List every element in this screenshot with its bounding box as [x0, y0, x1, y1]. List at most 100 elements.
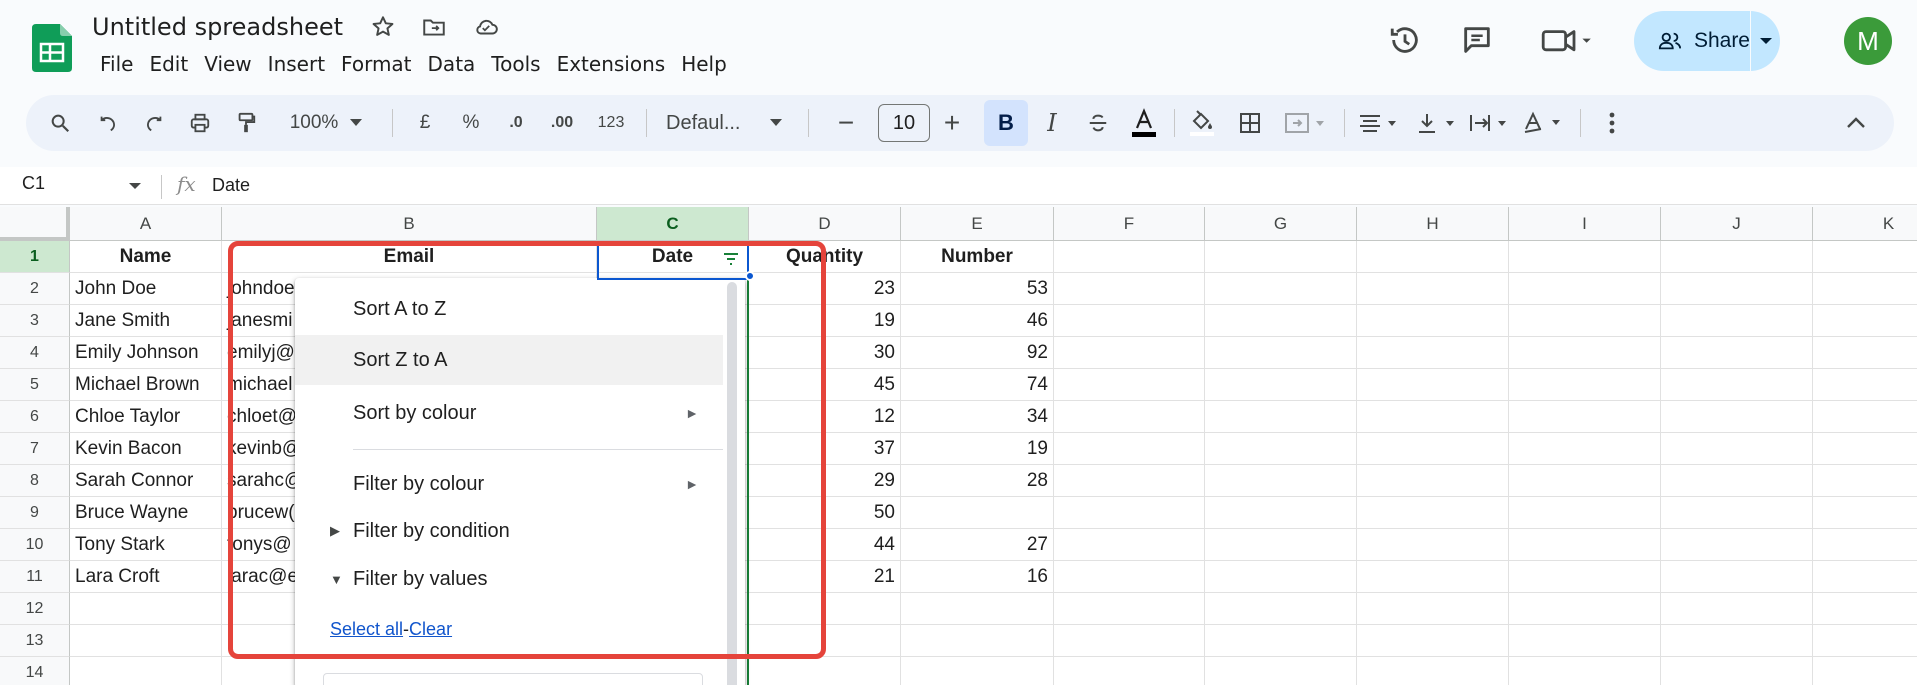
decrease-font-size-icon[interactable]: − — [826, 95, 866, 151]
avatar[interactable]: M — [1844, 17, 1892, 65]
cell[interactable] — [1054, 561, 1205, 593]
row-header-1[interactable]: 1 — [0, 241, 70, 273]
share-options-button[interactable] — [1751, 11, 1780, 71]
cell[interactable] — [1661, 241, 1813, 273]
cell[interactable] — [1054, 593, 1205, 625]
cell[interactable] — [1661, 465, 1813, 497]
font-size-input[interactable]: 10 — [878, 104, 930, 142]
number-cell[interactable]: 34 — [901, 401, 1054, 433]
cell[interactable] — [1357, 625, 1509, 657]
cell[interactable] — [1205, 337, 1357, 369]
text-color-icon[interactable] — [1124, 95, 1164, 151]
version-history-icon[interactable] — [1385, 20, 1425, 60]
name-cell[interactable]: Bruce Wayne — [70, 497, 222, 529]
cell[interactable] — [1813, 625, 1917, 657]
document-title[interactable]: Untitled spreadsheet — [92, 13, 343, 41]
cell[interactable] — [1205, 529, 1357, 561]
vertical-align-icon[interactable] — [1410, 95, 1466, 151]
cell[interactable] — [1661, 529, 1813, 561]
cell[interactable] — [1054, 401, 1205, 433]
zoom-value[interactable]: 100% — [284, 95, 344, 151]
formula-input[interactable]: Date — [212, 175, 250, 196]
cell[interactable] — [1205, 369, 1357, 401]
text-wrapping-icon[interactable] — [1462, 95, 1518, 151]
cell[interactable] — [1813, 433, 1917, 465]
sheets-logo-icon[interactable] — [32, 24, 72, 72]
row-header-3[interactable]: 3 — [0, 305, 70, 337]
cell[interactable] — [1205, 273, 1357, 305]
cell[interactable] — [1357, 305, 1509, 337]
cell[interactable] — [901, 625, 1054, 657]
column-header-k[interactable]: K — [1813, 207, 1917, 241]
cell[interactable] — [1661, 369, 1813, 401]
cell[interactable] — [1054, 497, 1205, 529]
cell[interactable] — [1357, 273, 1509, 305]
cell[interactable] — [1661, 401, 1813, 433]
cell[interactable] — [1205, 241, 1357, 273]
font-family-select[interactable]: Defaul... — [666, 95, 766, 151]
cell[interactable] — [1509, 273, 1661, 305]
column-header-d[interactable]: D — [749, 207, 901, 241]
fill-color-icon[interactable] — [1182, 95, 1222, 151]
cell[interactable] — [1357, 561, 1509, 593]
row-header-4[interactable]: 4 — [0, 337, 70, 369]
cell[interactable] — [1357, 241, 1509, 273]
cell[interactable] — [901, 593, 1054, 625]
cell[interactable] — [1509, 305, 1661, 337]
number-cell[interactable]: 28 — [901, 465, 1054, 497]
number-cell[interactable]: 74 — [901, 369, 1054, 401]
cell[interactable] — [1357, 657, 1509, 685]
zoom-dropdown-icon[interactable] — [346, 95, 366, 151]
text-rotation-icon[interactable] — [1516, 95, 1572, 151]
name-cell[interactable]: Emily Johnson — [70, 337, 222, 369]
cloud-status-icon[interactable] — [472, 14, 500, 40]
menu-tools[interactable]: Tools — [483, 50, 548, 78]
cell[interactable] — [1813, 401, 1917, 433]
cell[interactable] — [1509, 657, 1661, 685]
cell[interactable] — [1054, 625, 1205, 657]
percent-format-button[interactable]: % — [454, 95, 488, 151]
cell[interactable] — [1661, 337, 1813, 369]
number-cell[interactable]: 92 — [901, 337, 1054, 369]
comments-icon[interactable] — [1457, 20, 1497, 60]
cell[interactable] — [1813, 369, 1917, 401]
number-cell[interactable] — [901, 497, 1054, 529]
menu-extensions[interactable]: Extensions — [549, 50, 674, 78]
increase-decimal-button[interactable]: .00 — [540, 95, 584, 151]
collapse-toolbar-icon[interactable] — [1836, 95, 1876, 151]
cell[interactable] — [1661, 625, 1813, 657]
cell[interactable] — [1205, 593, 1357, 625]
more-options-icon[interactable] — [1592, 95, 1632, 151]
currency-format-button[interactable]: £ — [408, 95, 442, 151]
column-header-i[interactable]: I — [1509, 207, 1661, 241]
cell[interactable] — [1205, 561, 1357, 593]
cell[interactable] — [1813, 465, 1917, 497]
cell[interactable] — [749, 657, 901, 685]
number-cell[interactable]: 27 — [901, 529, 1054, 561]
share-button[interactable]: Share — [1634, 11, 1750, 71]
cell[interactable] — [1054, 273, 1205, 305]
cell[interactable] — [1357, 401, 1509, 433]
row-header-12[interactable]: 12 — [0, 593, 70, 625]
header-cell-a[interactable]: Name — [70, 241, 222, 273]
cell[interactable] — [1054, 337, 1205, 369]
cell[interactable] — [1357, 465, 1509, 497]
menu-view[interactable]: View — [196, 50, 259, 78]
cell[interactable] — [1813, 273, 1917, 305]
star-icon[interactable] — [370, 14, 396, 40]
cell[interactable] — [1357, 337, 1509, 369]
number-cell[interactable]: 16 — [901, 561, 1054, 593]
cell[interactable] — [1813, 497, 1917, 529]
cell[interactable] — [1357, 433, 1509, 465]
cell[interactable] — [1357, 593, 1509, 625]
cell[interactable] — [1813, 241, 1917, 273]
cell[interactable] — [1813, 337, 1917, 369]
cell[interactable] — [1357, 369, 1509, 401]
cell[interactable] — [1509, 241, 1661, 273]
cell[interactable] — [1205, 433, 1357, 465]
cell[interactable] — [1054, 305, 1205, 337]
row-header-13[interactable]: 13 — [0, 625, 70, 657]
cell[interactable] — [1661, 593, 1813, 625]
strikethrough-icon[interactable] — [1078, 95, 1118, 151]
column-header-h[interactable]: H — [1357, 207, 1509, 241]
